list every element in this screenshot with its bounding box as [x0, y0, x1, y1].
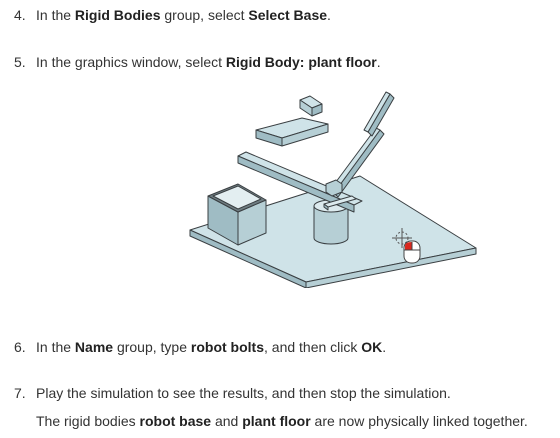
- ui-term-select-base: Select Base: [248, 7, 328, 23]
- step-number: 5.: [14, 54, 26, 70]
- step-number: 7.: [14, 385, 26, 401]
- text-run: The rigid bodies: [36, 413, 140, 429]
- text-run: .: [382, 339, 387, 355]
- step-4: 4. In the Rigid Bodies group, select Sel…: [0, 6, 560, 24]
- ui-term-name: Name: [74, 339, 114, 355]
- ui-term-robot-base: robot base: [139, 413, 212, 429]
- text-run: .: [376, 54, 381, 70]
- step-text: In the Rigid Bodies group, select Select…: [36, 6, 331, 24]
- text-run: are now physically linked together.: [310, 413, 528, 429]
- step-7: 7. Play the simulation to see the result…: [0, 384, 560, 402]
- step-5: 5. In the graphics window, select Rigid …: [0, 53, 560, 71]
- text-run: .: [327, 7, 331, 23]
- text-run: In the: [36, 7, 75, 23]
- result-note: The rigid bodies robot base and plant fl…: [36, 412, 528, 430]
- step-number: 4.: [14, 7, 26, 23]
- text-run: In the graphics window, select: [36, 54, 226, 70]
- step-text: In the Name group, type robot bolts, and…: [36, 338, 386, 356]
- text-run: and: [211, 413, 243, 429]
- step-6: 6. In the Name group, type robot bolts, …: [0, 338, 560, 356]
- ui-term-robot-bolts: robot bolts: [190, 339, 264, 355]
- text-run: In the: [36, 339, 75, 355]
- text-run: , and then click: [264, 339, 362, 355]
- ui-term-rigid-bodies: Rigid Bodies: [74, 7, 161, 23]
- ui-term-plant-floor: plant floor: [242, 413, 311, 429]
- ui-term-rigid-body-plant-floor: Rigid Body: plant floor: [225, 54, 377, 70]
- text-run: group, type: [113, 339, 191, 355]
- robot-assembly-illustration: [189, 91, 477, 288]
- step-number: 6.: [14, 339, 26, 355]
- text-run: group, select: [160, 7, 249, 23]
- step-text: Play the simulation to see the results, …: [36, 385, 451, 401]
- ui-term-ok: OK: [361, 339, 383, 355]
- step-text: In the graphics window, select Rigid Bod…: [36, 53, 381, 71]
